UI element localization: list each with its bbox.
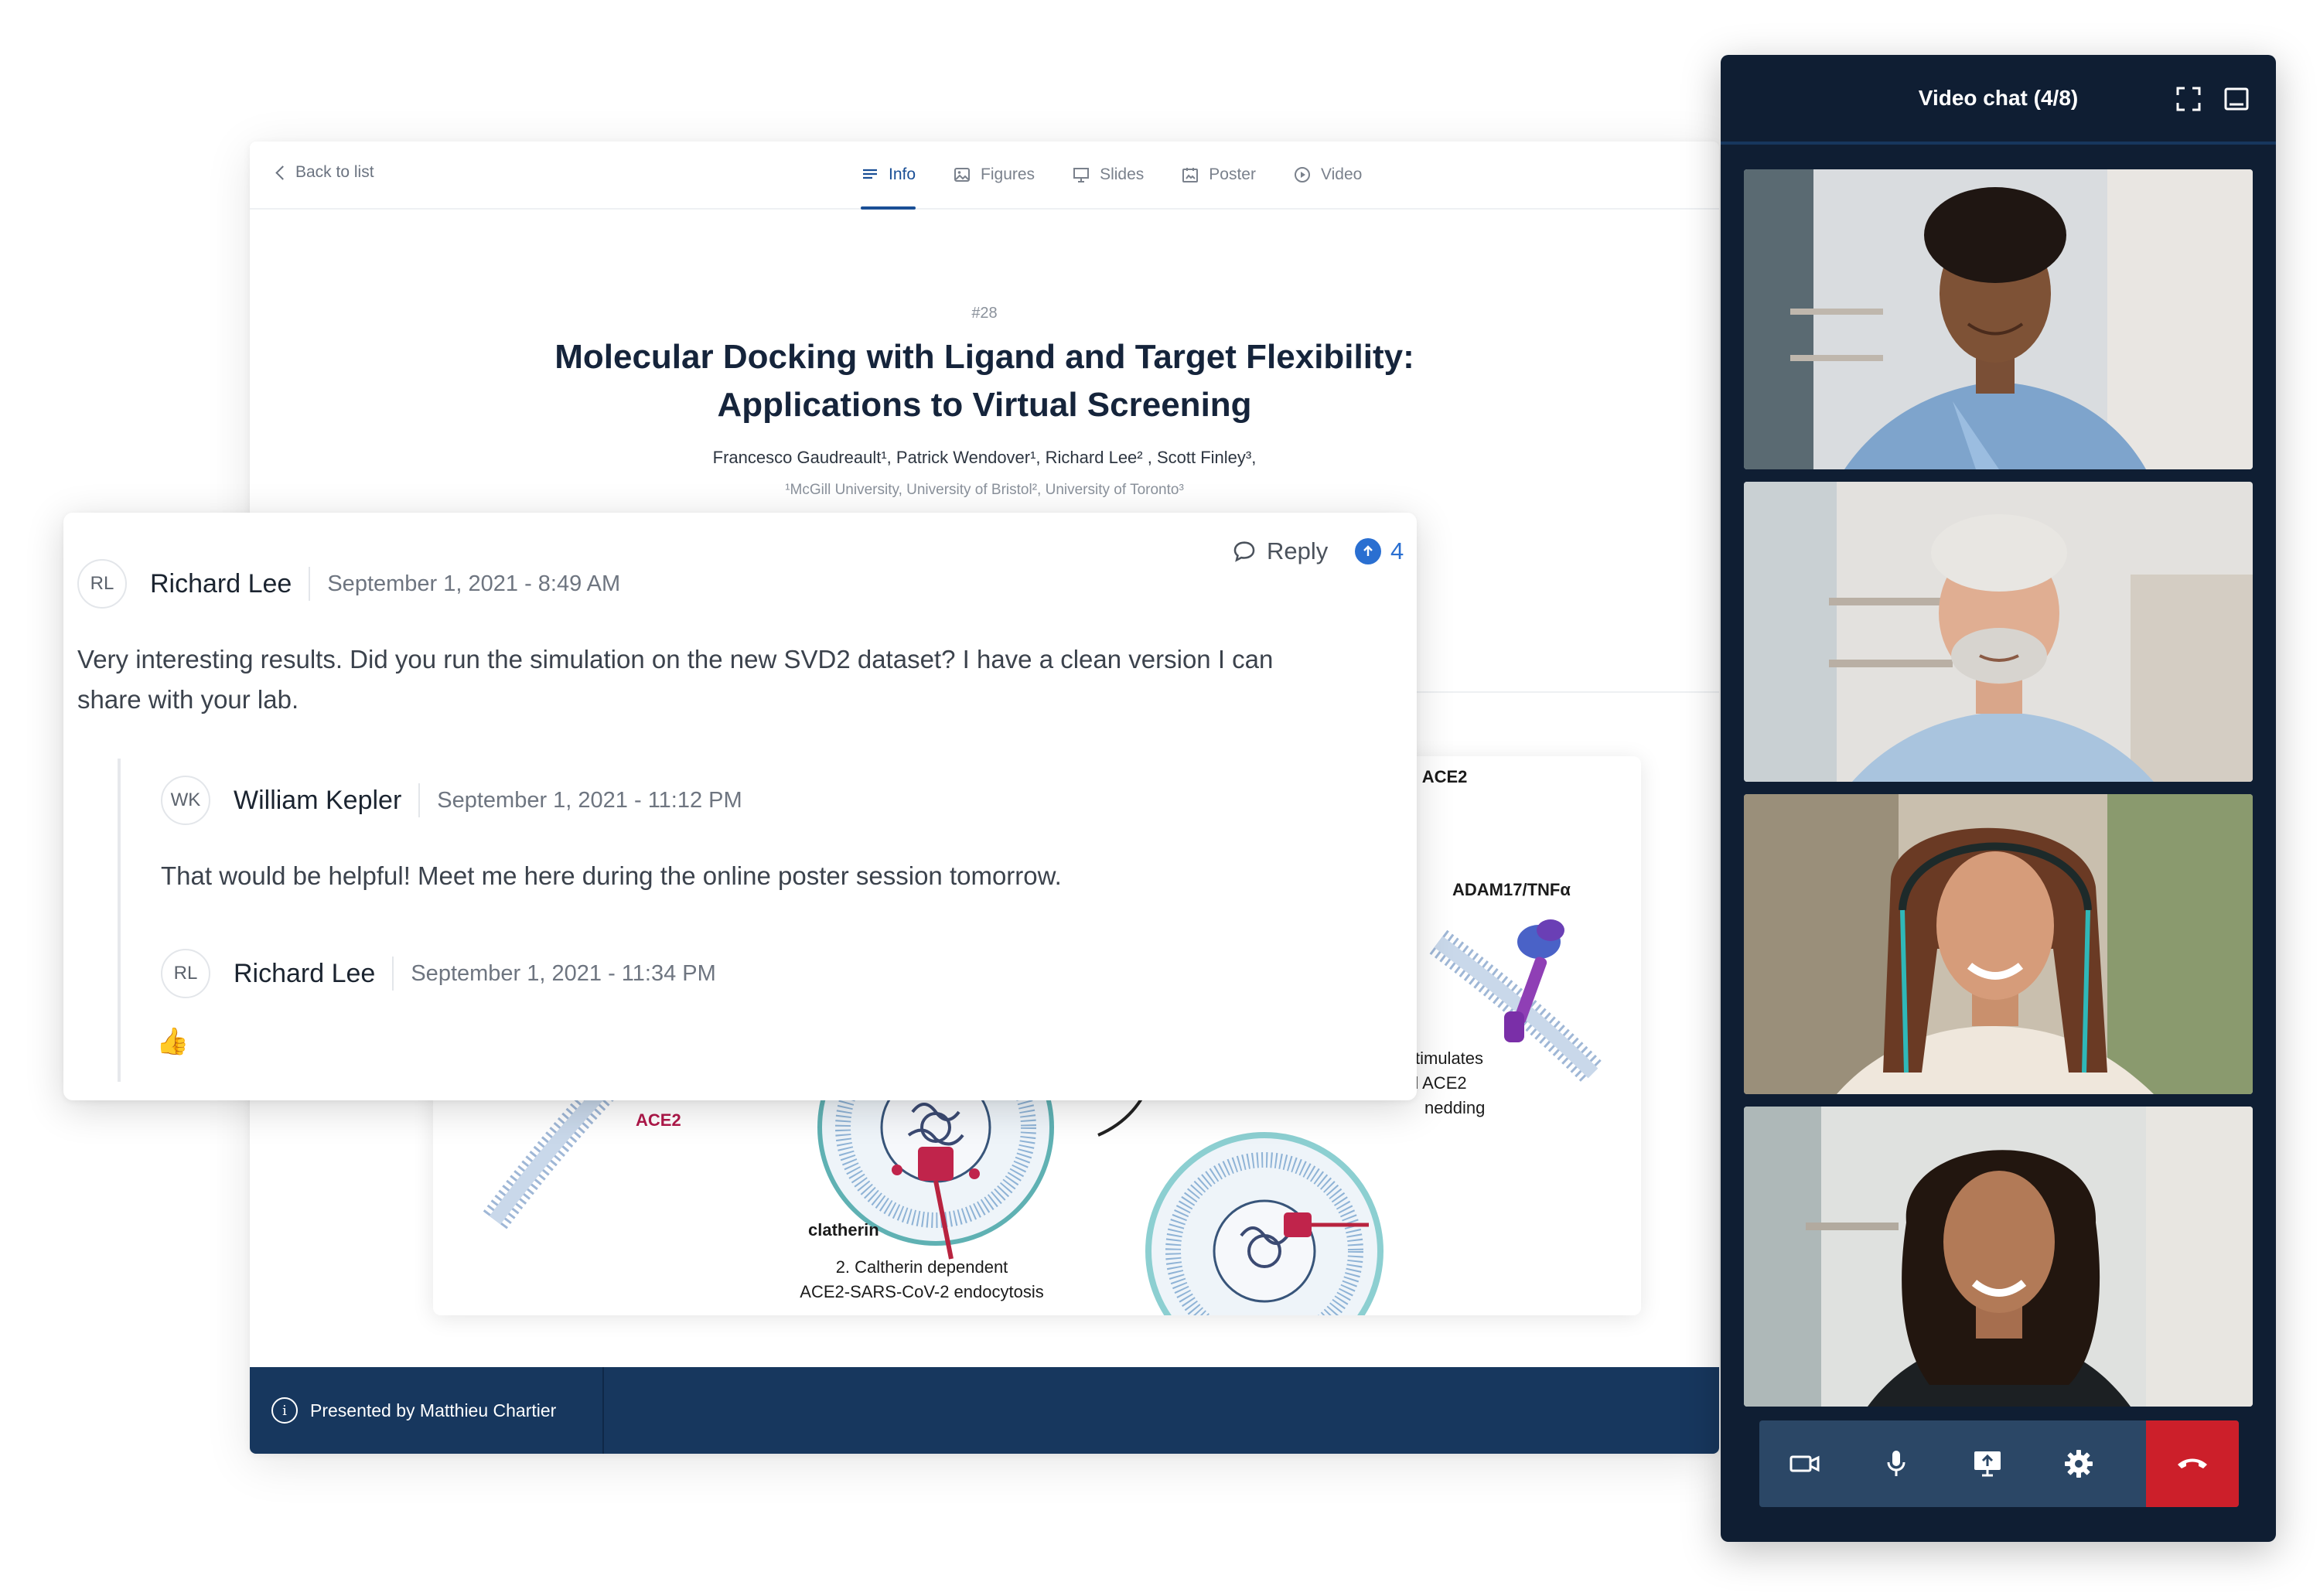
figure-label-clathrin: clatherin: [808, 1220, 879, 1240]
comment-body-line-2: share with your lab.: [77, 685, 299, 714]
tab-info[interactable]: Info: [861, 142, 916, 210]
chevron-left-icon: [275, 165, 290, 180]
reply-header: RL Richard Lee September 1, 2021 - 11:34…: [161, 949, 716, 998]
poster-top-bar: Back to list Info Figures Slides Poster …: [250, 142, 1719, 210]
avatar: RL: [77, 559, 127, 609]
avatar: RL: [161, 949, 210, 998]
screen-share-icon: [1974, 1451, 2001, 1477]
image-icon: [954, 168, 971, 182]
reply-date: September 1, 2021 - 11:34 PM: [411, 960, 716, 986]
thumbs-up-icon: 👍: [156, 1027, 189, 1056]
comment-date: September 1, 2021 - 8:49 AM: [327, 571, 621, 596]
tab-poster-label: Poster: [1209, 165, 1256, 183]
participant-video-4: [1744, 1107, 2253, 1407]
tab-slides-label: Slides: [1100, 165, 1145, 183]
minimize-icon[interactable]: [2223, 86, 2250, 112]
video-tile-participant-4[interactable]: [1744, 1107, 2253, 1407]
paper-authors: Francesco Gaudreault¹, Patrick Wendover¹…: [712, 448, 1257, 467]
figure-label-adam: ADAM17/TNFα: [1452, 880, 1571, 899]
figure-label-ace2-left: ACE2: [636, 1110, 681, 1130]
poster-footer: i Presented by Matthieu Chartier: [250, 1367, 1719, 1454]
tab-slides[interactable]: Slides: [1072, 142, 1144, 208]
screen-share-button[interactable]: [1942, 1420, 2033, 1507]
figure-label-stimulates-3: nedding: [1424, 1098, 1486, 1117]
figure-caption-line-2: ACE2-SARS-CoV-2 endocytosis: [800, 1282, 1044, 1301]
back-to-list-link[interactable]: Back to list: [275, 163, 374, 182]
video-tile-participant-2[interactable]: [1744, 482, 2253, 782]
reply-date: September 1, 2021 - 11:12 PM: [437, 787, 742, 813]
separator: [392, 957, 394, 991]
call-controls: [1759, 1420, 2239, 1507]
paper-title: Molecular Docking with Ligand and Target…: [250, 333, 1719, 429]
paper-number: #28: [971, 305, 998, 322]
poster-icon: [1182, 168, 1199, 182]
comment-body-line-1: Very interesting results. Did you run th…: [77, 645, 1274, 674]
tab-video[interactable]: Video: [1293, 142, 1362, 208]
separator: [309, 567, 311, 601]
camera-icon: [1789, 1455, 1820, 1472]
separator: [418, 783, 421, 817]
paper-title-line-2: Applications to Virtual Screening: [717, 386, 1252, 424]
speech-bubble-icon: [1233, 541, 1255, 562]
reply-author[interactable]: William Kepler: [234, 786, 401, 816]
hang-up-button[interactable]: [2146, 1420, 2239, 1507]
tab-figures-label: Figures: [981, 165, 1035, 183]
comment-body: Very interesting results. Did you run th…: [77, 639, 1392, 720]
reply-body: That would be helpful! Meet me here duri…: [161, 861, 1062, 890]
reply-header: WK William Kepler September 1, 2021 - 11…: [161, 776, 742, 825]
figure-label-stimulates-1: timulates: [1415, 1049, 1484, 1068]
upvote-count: 4: [1390, 537, 1404, 564]
comment-thread: RL Richard Lee September 1, 2021 - 8:49 …: [63, 513, 1417, 1100]
figure-label-stimulates-2: d ACE2: [1409, 1073, 1467, 1093]
participant-video-2: [1744, 482, 2253, 782]
arrow-up-icon: [1355, 538, 1381, 564]
reply-label: Reply: [1267, 537, 1329, 564]
figure-caption-line-1: 2. Caltherin dependent: [835, 1257, 1008, 1277]
presentation-icon: [1073, 168, 1090, 182]
thread-line: [118, 759, 121, 1082]
avatar: WK: [161, 776, 210, 825]
video-tile-participant-3[interactable]: [1744, 794, 2253, 1094]
hang-up-icon: [2178, 1458, 2207, 1468]
reply-button[interactable]: Reply: [1231, 537, 1328, 565]
footer-divider: [602, 1367, 604, 1454]
comment-author[interactable]: Richard Lee: [150, 569, 292, 599]
presented-by-label: Presented by Matthieu Chartier: [310, 1400, 557, 1420]
fullscreen-icon[interactable]: [2175, 86, 2202, 112]
tab-figures[interactable]: Figures: [953, 142, 1035, 208]
participant-video-1: [1744, 169, 2253, 469]
microphone-icon: [1887, 1451, 1905, 1476]
tab-info-label: Info: [889, 165, 916, 183]
paper-title-line-1: Molecular Docking with Ligand and Target…: [554, 338, 1414, 376]
presented-by[interactable]: i Presented by Matthieu Chartier: [271, 1367, 556, 1454]
settings-icon: [2065, 1450, 2093, 1478]
tab-video-label: Video: [1320, 165, 1363, 183]
microphone-toggle-button[interactable]: [1851, 1420, 1942, 1507]
upvote-button[interactable]: 4: [1355, 537, 1404, 565]
poster-tabs: Info Figures Slides Poster Video: [861, 142, 1362, 210]
video-tile-participant-1[interactable]: [1744, 169, 2253, 469]
settings-button[interactable]: [2033, 1420, 2124, 1507]
list-icon: [863, 169, 877, 179]
video-chat-panel: Video chat (4/8): [1721, 55, 2276, 1542]
participant-video-3: [1744, 794, 2253, 1094]
video-chat-header: Video chat (4/8): [1721, 55, 2276, 145]
tab-poster[interactable]: Poster: [1181, 142, 1256, 208]
play-icon: [1294, 167, 1310, 182]
back-to-list-label: Back to list: [295, 163, 374, 181]
info-icon: i: [271, 1397, 298, 1424]
comment-header: RL Richard Lee September 1, 2021 - 8:49 …: [77, 559, 620, 609]
camera-toggle-button[interactable]: [1759, 1420, 1851, 1507]
paper-affiliations: ¹McGill University, University of Bristo…: [785, 482, 1184, 498]
reply-author[interactable]: Richard Lee: [234, 959, 375, 989]
